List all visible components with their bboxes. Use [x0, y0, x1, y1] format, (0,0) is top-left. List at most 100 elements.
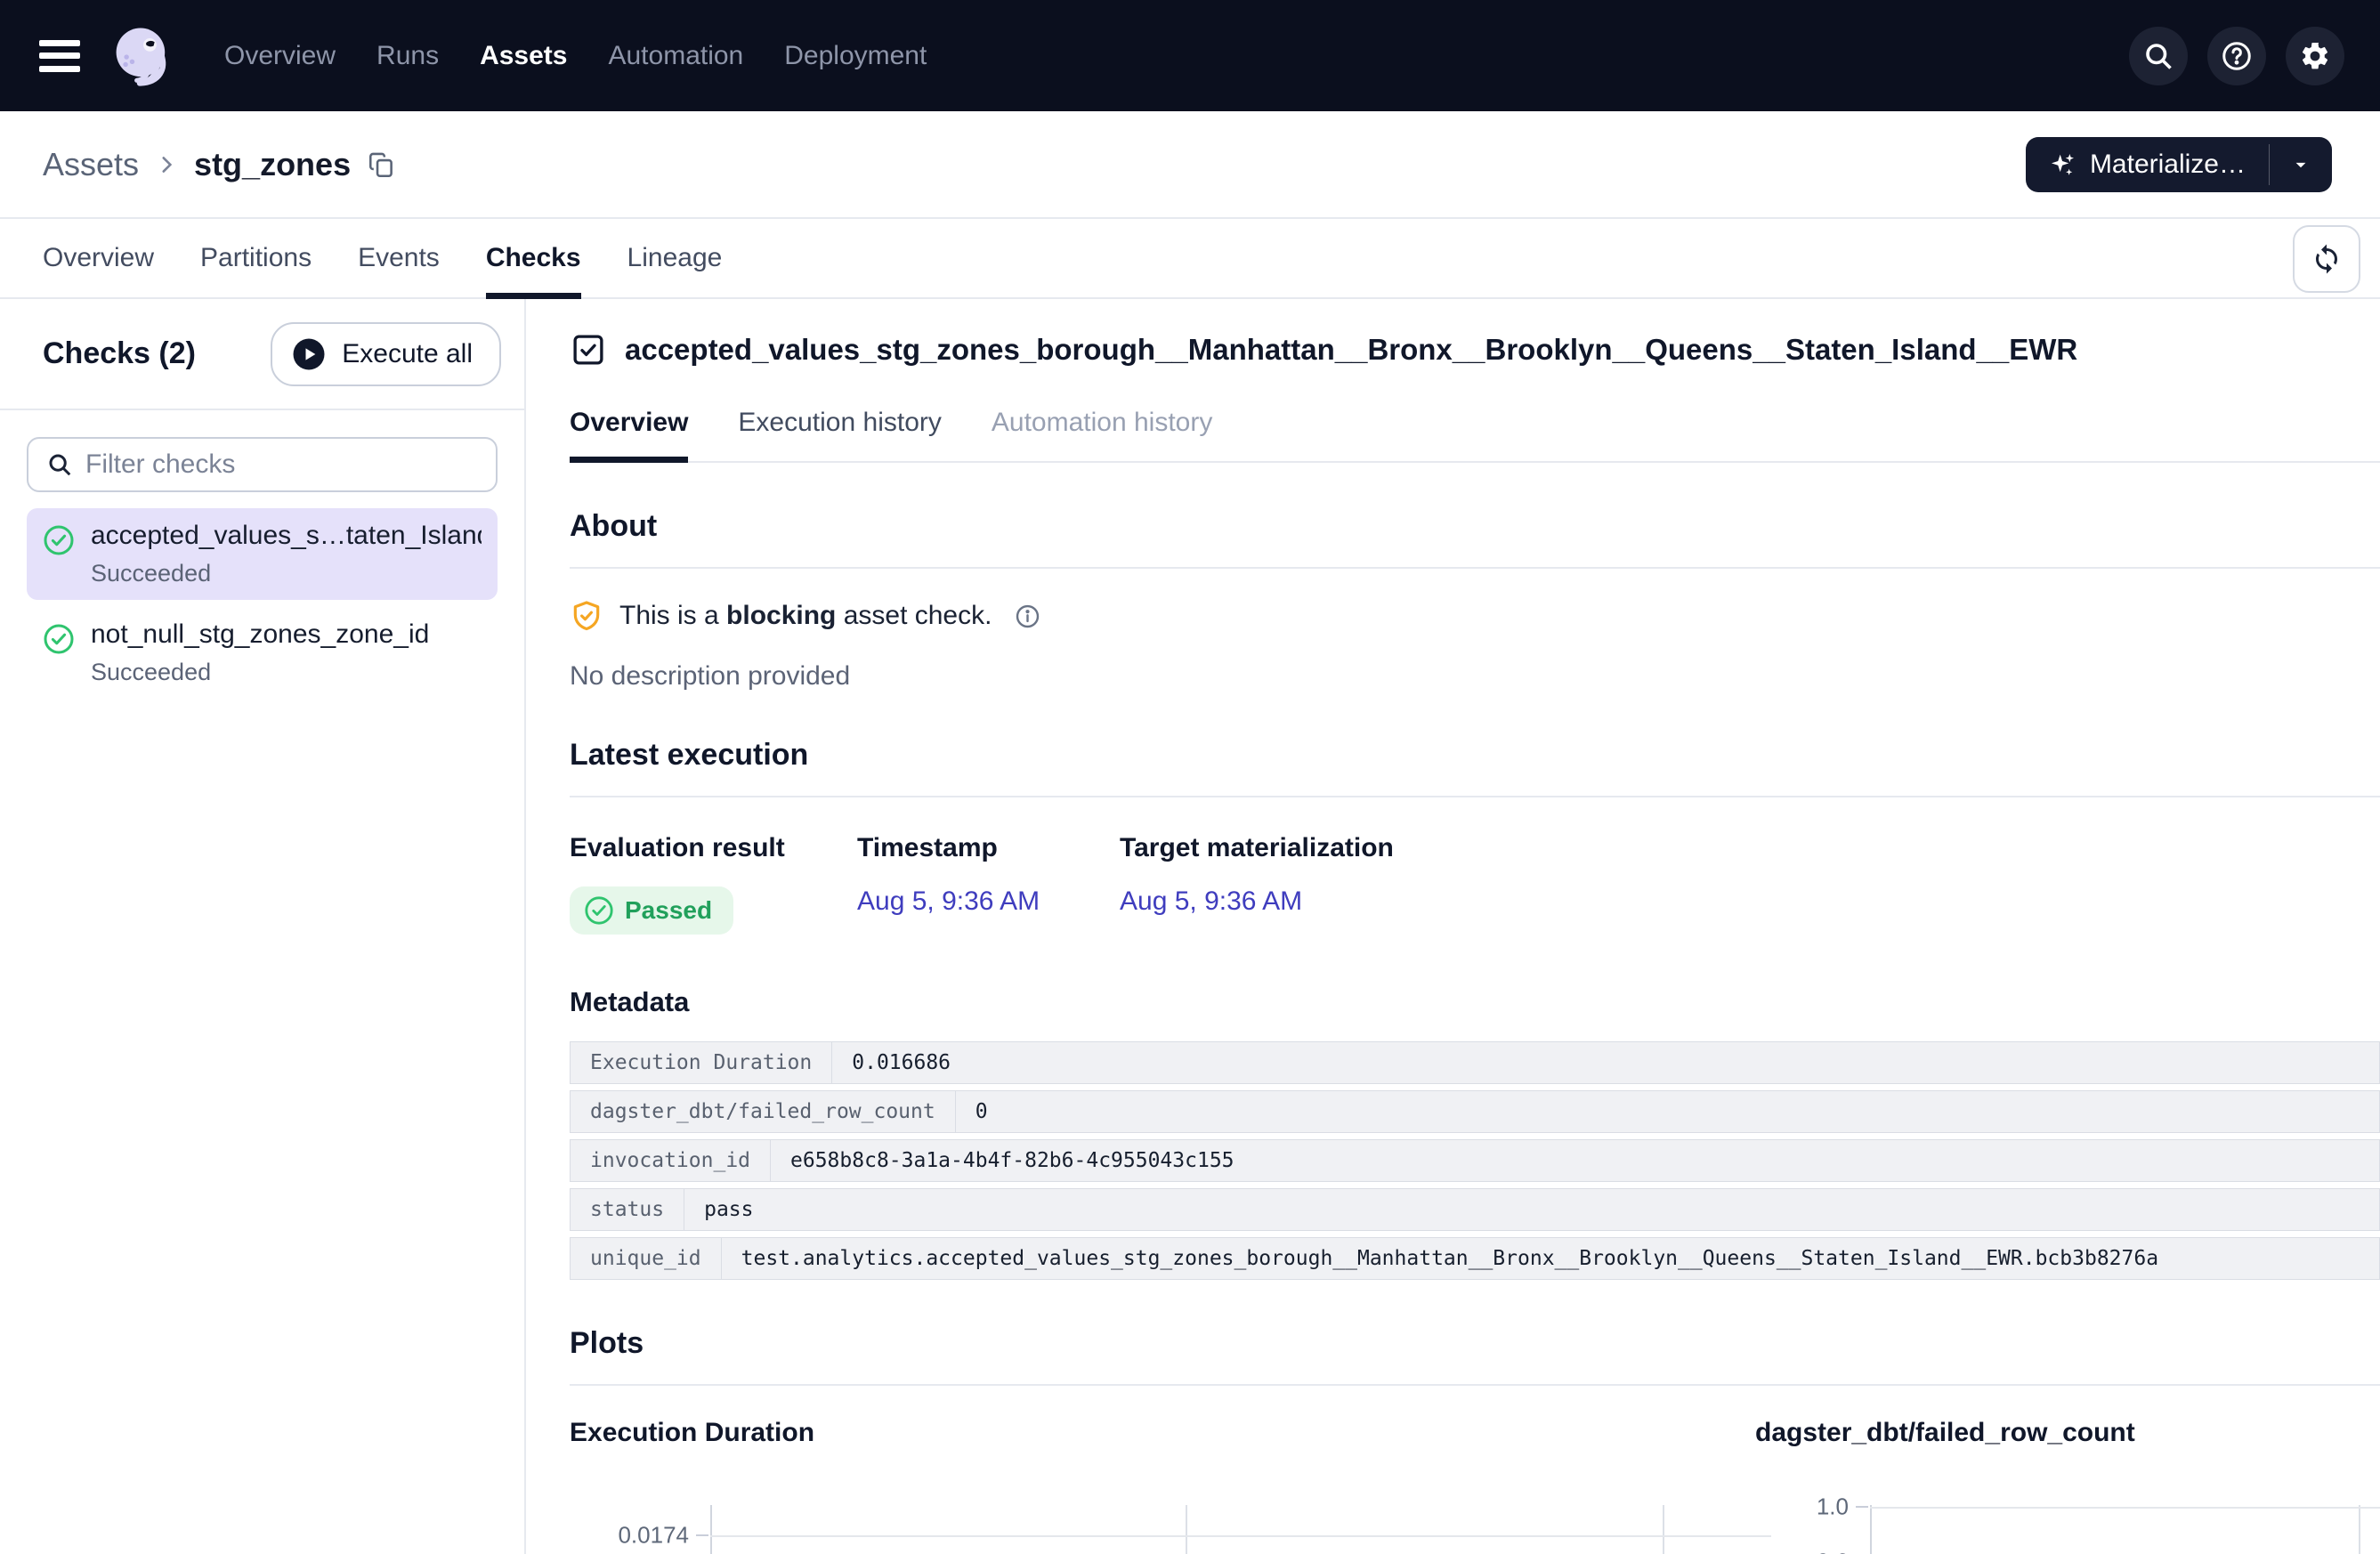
chevron-down-icon — [2289, 153, 2312, 176]
copy-icon — [367, 150, 397, 180]
nav-item-assets[interactable]: Assets — [480, 41, 567, 71]
target-materialization-link[interactable]: Aug 5, 9:36 AM — [1120, 886, 1302, 916]
metadata-key: unique_id — [570, 1237, 722, 1280]
checks-count-title: Checks (2) — [43, 336, 196, 371]
check-status: Succeeded — [91, 560, 482, 587]
check-list-item-not-null[interactable]: not_null_stg_zones_zone_id Succeeded — [27, 607, 498, 699]
filter-checks-box — [27, 437, 498, 492]
metadata-key: invocation_id — [570, 1139, 771, 1182]
metadata-key: status — [570, 1188, 684, 1231]
latest-execution-table: Evaluation result Passed Timestamp Aug 5… — [570, 833, 2380, 935]
tab-automation-history: Automation history — [992, 408, 1212, 461]
check-list: accepted_values_s…taten_Island_ Succeede… — [0, 508, 524, 699]
tab-checks[interactable]: Checks — [486, 219, 581, 297]
y-axis-tick: 0.0174 — [570, 1522, 689, 1550]
check-circle-icon — [43, 623, 75, 655]
metadata-value: pass — [684, 1188, 2380, 1231]
section-divider — [570, 796, 2380, 797]
tab-check-overview[interactable]: Overview — [570, 408, 688, 461]
y-axis-tick: 1.0 — [1740, 1493, 1849, 1521]
status-badge-passed: Passed — [570, 886, 733, 935]
asset-check-icon — [570, 331, 607, 368]
section-divider — [570, 1384, 2380, 1386]
execute-all-button[interactable]: Execute all — [271, 322, 501, 386]
table-row: unique_id test.analytics.accepted_values… — [570, 1237, 2380, 1280]
tab-execution-history[interactable]: Execution history — [738, 408, 941, 461]
table-row: invocation_id e658b8c8-3a1a-4b4f-82b6-4c… — [570, 1139, 2380, 1182]
no-description-text: No description provided — [570, 661, 2380, 692]
sparkle-icon — [2049, 150, 2077, 179]
check-status: Succeeded — [91, 659, 429, 686]
plots-row: Execution Duration 0.0174 dagster_dbt/fa… — [570, 1418, 2380, 1554]
checks-sidebar: Checks (2) Execute all — [0, 299, 526, 1554]
check-list-item-accepted-values[interactable]: accepted_values_s…taten_Island_ Succeede… — [27, 508, 498, 600]
help-button[interactable] — [2207, 27, 2266, 85]
check-name: not_null_stg_zones_zone_id — [91, 619, 429, 650]
materialize-button[interactable]: Materialize… — [2026, 137, 2269, 192]
nav-item-runs[interactable]: Runs — [376, 41, 439, 71]
dagster-logo — [105, 19, 180, 93]
tab-overview[interactable]: Overview — [43, 219, 154, 297]
tab-events[interactable]: Events — [358, 219, 440, 297]
metadata-value: e658b8c8-3a1a-4b4f-82b6-4c955043c155 — [771, 1139, 2380, 1182]
breadcrumb-chevron-icon — [155, 153, 178, 176]
search-icon — [2142, 40, 2174, 72]
chart-title: Execution Duration — [570, 1418, 1740, 1448]
check-circle-icon — [584, 895, 614, 926]
chart-plot-area: 1.0 0.6 — [1740, 1505, 2380, 1554]
asset-tabs: Overview Partitions Events Checks Lineag… — [0, 219, 2380, 299]
column-header-target-materialization: Target materialization — [1120, 833, 2380, 863]
metadata-value: test.analytics.accepted_values_stg_zones… — [722, 1237, 2380, 1280]
metadata-value: 0.016686 — [832, 1041, 2380, 1084]
top-navbar: Overview Runs Assets Automation Deployme… — [0, 0, 2380, 111]
chart-execution-duration: Execution Duration 0.0174 — [570, 1418, 1740, 1554]
section-divider — [570, 567, 2380, 569]
nav-item-automation[interactable]: Automation — [608, 41, 743, 71]
tab-partitions[interactable]: Partitions — [200, 219, 312, 297]
materialize-split-button: Materialize… — [2026, 137, 2332, 192]
filter-checks-input[interactable] — [85, 449, 478, 480]
primary-nav: Overview Runs Assets Automation Deployme… — [224, 41, 927, 71]
tab-lineage[interactable]: Lineage — [627, 219, 723, 297]
shield-check-icon — [570, 599, 603, 633]
search-icon — [46, 451, 73, 478]
copy-asset-name-button[interactable] — [367, 150, 397, 180]
settings-button[interactable] — [2286, 27, 2344, 85]
plots-heading: Plots — [570, 1326, 2380, 1361]
checks-sidebar-header: Checks (2) Execute all — [0, 299, 524, 410]
check-circle-icon — [43, 524, 75, 556]
nav-item-overview[interactable]: Overview — [224, 41, 336, 71]
nav-item-deployment[interactable]: Deployment — [784, 41, 927, 71]
latest-execution-heading: Latest execution — [570, 738, 2380, 773]
chart-plot-area: 0.0174 — [570, 1505, 1740, 1554]
play-circle-icon — [290, 336, 328, 373]
y-axis-tick: 0.6 — [1740, 1549, 1849, 1554]
metadata-key: dagster_dbt/failed_row_count — [570, 1090, 956, 1133]
refresh-button[interactable] — [2293, 225, 2360, 293]
help-icon — [2221, 40, 2253, 72]
column-header-evaluation-result: Evaluation result — [570, 833, 857, 863]
gear-icon — [2299, 40, 2331, 72]
timestamp-link[interactable]: Aug 5, 9:36 AM — [857, 886, 1040, 916]
check-heading: accepted_values_stg_zones_borough__Manha… — [570, 331, 2380, 368]
check-title: accepted_values_stg_zones_borough__Manha… — [625, 333, 2077, 367]
hamburger-menu-icon[interactable] — [39, 40, 80, 72]
materialize-dropdown-button[interactable] — [2270, 137, 2332, 192]
check-detail-tabs: Overview Execution history Automation hi… — [570, 408, 2380, 463]
search-button[interactable] — [2129, 27, 2188, 85]
metadata-heading: Metadata — [570, 986, 2380, 1018]
metadata-value: 0 — [956, 1090, 2380, 1133]
check-detail-panel: accepted_values_stg_zones_borough__Manha… — [526, 299, 2380, 1554]
page-title: stg_zones — [194, 146, 351, 183]
refresh-icon — [2311, 243, 2343, 275]
metadata-table: Execution Duration 0.016686 dagster_dbt/… — [570, 1041, 2380, 1280]
column-header-timestamp: Timestamp — [857, 833, 1120, 863]
check-name: accepted_values_s…taten_Island_ — [91, 521, 482, 551]
about-heading: About — [570, 509, 2380, 544]
table-row: status pass — [570, 1188, 2380, 1231]
blocking-note: This is a blocking asset check. — [570, 599, 2380, 633]
breadcrumb-assets-link[interactable]: Assets — [43, 146, 139, 183]
chart-title: dagster_dbt/failed_row_count — [1755, 1418, 2380, 1448]
table-row: dagster_dbt/failed_row_count 0 — [570, 1090, 2380, 1133]
info-icon[interactable] — [1015, 603, 1040, 629]
